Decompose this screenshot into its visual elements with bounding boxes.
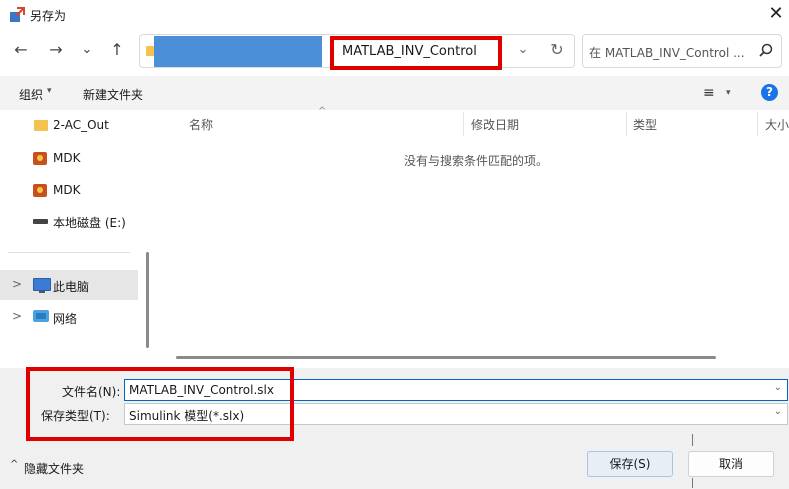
column-header-size[interactable]: 大小 [765,116,789,133]
sidebar-item-2-ac-out[interactable]: 2-AC_Out [0,110,140,140]
hide-folders-button[interactable]: 隐藏文件夹 [24,460,84,477]
mdk-icon [33,152,47,165]
file-list [158,110,789,368]
collapse-icon[interactable]: ^ [10,459,18,470]
sort-ascending-icon: ^ [318,106,327,117]
sidebar-item-mdk[interactable]: MDK [0,175,140,205]
mdk-icon [33,184,47,197]
view-caret-icon[interactable]: ▾ [726,88,731,98]
sidebar-item-local-disk-e[interactable]: 本地磁盘 (E:) [0,206,140,236]
recent-locations-icon[interactable]: ⌄ [76,39,98,61]
sidebar-item-mdk[interactable]: MDK [0,143,140,173]
cancel-button[interactable]: 取消 [688,451,774,477]
help-icon[interactable]: ? [761,84,778,101]
close-icon[interactable]: ✕ [764,3,788,25]
window-title: 另存为 [30,9,67,23]
forward-icon[interactable]: → [45,39,67,61]
sidebar-item-label: MDK [53,183,81,197]
back-icon[interactable]: ← [10,39,32,61]
chevron-right-icon[interactable]: > [12,277,22,291]
divider-tick [692,434,693,446]
pc-icon [33,278,51,293]
sidebar-item-label: 2-AC_Out [53,118,109,132]
folder-icon [34,120,48,131]
sidebar-divider [8,252,130,253]
new-folder-button[interactable]: 新建文件夹 [83,86,143,103]
organize-button[interactable]: 组织 [19,86,43,103]
sidebar-item-label: 网络 [53,312,78,326]
column-header-type[interactable]: 类型 [633,116,657,133]
sidebar-scrollbar[interactable] [146,252,149,348]
title-bar [0,0,789,30]
empty-results-message: 没有与搜索条件匹配的项。 [404,154,549,168]
sidebar-item-label: MDK [53,151,81,165]
chevron-down-icon[interactable]: ⌄ [774,382,782,393]
sidebar-item-network[interactable]: > 网络 [0,302,140,332]
save-button[interactable]: 保存(S) [587,451,673,477]
address-redacted-path [154,36,322,67]
horizontal-scrollbar[interactable] [176,356,716,359]
form-highlight [26,367,294,441]
search-input[interactable]: 在 MATLAB_INV_Control ... [589,44,745,61]
column-separator[interactable] [626,112,627,136]
organize-caret-icon[interactable]: ▾ [47,86,52,96]
column-separator[interactable] [757,112,758,136]
save-as-icon [8,6,26,24]
sidebar-item-label: 本地磁盘 (E:) [53,216,126,230]
view-options-icon[interactable]: ≡ [703,85,715,101]
chevron-right-icon[interactable]: > [12,309,22,323]
column-header-name[interactable]: 名称 [189,116,213,133]
refresh-icon[interactable]: ↻ [547,40,567,60]
search-icon[interactable] [757,42,775,60]
sidebar-item-this-pc[interactable]: > 此电脑 [0,270,138,300]
sidebar-item-label: 此电脑 [53,280,90,294]
network-icon [33,310,49,322]
up-icon[interactable]: ↑ [106,39,128,61]
address-current-folder[interactable]: MATLAB_INV_Control [342,44,477,59]
drive-icon [33,219,48,224]
chevron-down-icon[interactable]: ⌄ [513,40,533,60]
column-header-date-modified[interactable]: 修改日期 [471,116,519,133]
divider-tick [692,478,693,488]
column-separator[interactable] [463,112,464,136]
chevron-down-icon[interactable]: ⌄ [774,406,782,417]
